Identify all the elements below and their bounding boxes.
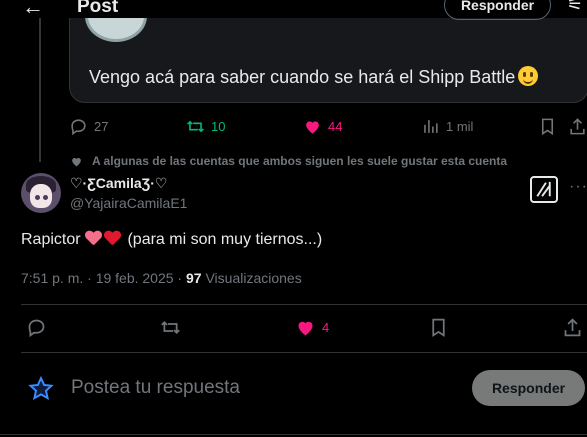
retweet-icon	[187, 120, 204, 133]
views-label: Visualizaciones	[201, 270, 302, 286]
bookmark-action[interactable]	[538, 117, 557, 136]
red-heart-emoji	[104, 231, 121, 246]
share-icon	[564, 318, 581, 337]
smiling-face-emoji	[518, 66, 539, 86]
thread-connector-line	[39, 0, 41, 162]
page-title: Post	[77, 0, 119, 17]
heart-filled-icon	[306, 121, 319, 134]
views-number: 97	[186, 270, 202, 286]
like-count: 4	[322, 320, 330, 335]
divider	[21, 304, 587, 305]
reply-count: 27	[94, 119, 109, 134]
share-action[interactable]	[568, 117, 587, 136]
sliders-icon[interactable]: ⚟	[567, 0, 583, 15]
heart-filled-icon	[298, 321, 313, 336]
like-action[interactable]: 44	[303, 117, 342, 136]
reply-icon	[71, 119, 86, 136]
retweet-icon	[161, 321, 180, 334]
grok-icon[interactable]	[530, 176, 558, 203]
like-count: 44	[328, 119, 343, 134]
retweet-count: 10	[211, 119, 226, 134]
bar-chart-icon	[424, 120, 438, 133]
share-icon	[570, 118, 585, 135]
reply-icon	[28, 319, 45, 338]
views-action[interactable]: 1 mil	[421, 117, 473, 136]
bookmark-icon	[541, 118, 554, 136]
reply-action[interactable]: 27	[69, 117, 108, 136]
retweet-action[interactable]	[160, 317, 181, 338]
author-display-name[interactable]: ♡·ƸCamilaƷ·♡	[70, 175, 167, 192]
social-context: A algunas de las cuentas que ambos sigue…	[70, 154, 507, 168]
avatar[interactable]	[21, 173, 61, 213]
bookmark-action[interactable]	[428, 317, 449, 338]
reply-input[interactable]: Postea tu respuesta	[71, 377, 240, 399]
arrow-left-icon[interactable]: ←	[22, 0, 44, 20]
share-action[interactable]	[562, 317, 583, 338]
heart-icon	[72, 157, 81, 166]
post-timestamp[interactable]: 7:51 p. m. · 19 feb. 2025 ·	[21, 270, 186, 286]
divider	[21, 352, 587, 353]
reply-submit-button[interactable]: Responder	[472, 370, 585, 406]
bookmark-icon	[432, 318, 445, 338]
more-options-icon[interactable]: ···	[569, 178, 587, 196]
social-context-text: A algunas de las cuentas que ambos sigue…	[92, 154, 508, 168]
top-header-bar: ← Post Responder ⚟	[0, 0, 587, 20]
header-reply-button[interactable]: Responder	[444, 0, 551, 20]
parent-post-text: Vengo acá para saber cuando se hará el S…	[89, 66, 539, 88]
reply-action[interactable]	[26, 317, 47, 338]
star-avatar-icon[interactable]	[28, 376, 54, 402]
pink-heart-emoji	[85, 231, 102, 246]
author-handle[interactable]: @YajairaCamilaE1	[70, 195, 187, 211]
post-metadata: 7:51 p. m. · 19 feb. 2025 · 97 Visualiza…	[21, 270, 302, 286]
retweet-action[interactable]: 10	[186, 117, 225, 136]
like-action[interactable]: 4	[295, 317, 329, 338]
divider	[0, 434, 587, 435]
post-text: Rapictor (para mi son muy tiernos...)	[21, 231, 323, 248]
views-count: 1 mil	[446, 119, 474, 134]
